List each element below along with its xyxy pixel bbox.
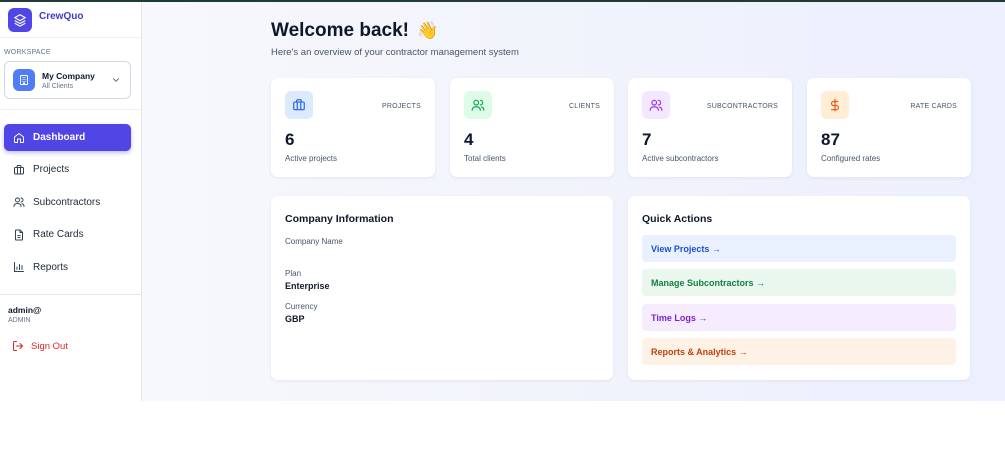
page-title: Welcome back! 👋 <box>271 20 438 42</box>
plan-label: Plan <box>285 269 302 278</box>
main-content: Welcome back! 👋 Here's an overview of yo… <box>142 2 1005 401</box>
sign-out-icon <box>13 341 23 351</box>
sidebar-item-subcontractors[interactable]: Subcontractors <box>4 189 131 216</box>
stat-value: 87 <box>821 130 840 149</box>
sidebar-item-label: Projects <box>33 164 70 176</box>
users-icon <box>464 91 492 119</box>
workspace-subtitle: All Clients <box>42 82 74 90</box>
stat-description: Active projects <box>285 154 338 163</box>
stat-label: RATE CARDS <box>910 103 957 110</box>
briefcase-icon <box>285 91 313 119</box>
stat-label: SUBCONTRACTORS <box>706 103 778 110</box>
workspace-section-label: WORKSPACE <box>4 49 51 56</box>
stat-card-subcontractors[interactable]: SUBCONTRACTORS 7 Active subcontractors <box>628 78 792 177</box>
sidebar-item-label: Reports <box>33 261 69 273</box>
sidebar-item-projects[interactable]: Projects <box>4 156 131 183</box>
page-subtitle: Here's an overview of your contractor ma… <box>271 47 519 58</box>
stat-label: CLIENTS <box>569 103 600 110</box>
stat-value: 6 <box>285 130 295 149</box>
workspace-selector[interactable]: My Company All Clients <box>4 61 131 99</box>
company-name-label: Company Name <box>285 237 343 246</box>
home-icon <box>14 132 24 143</box>
document-icon <box>15 229 23 241</box>
user-panel: admin@ ADMIN Sign Out <box>0 294 141 352</box>
layers-logo-icon[interactable] <box>8 8 32 32</box>
stat-card-clients[interactable]: CLIENTS 4 Total clients <box>450 78 614 177</box>
app-shell: CrewQuo WORKSPACE My Company All Clients… <box>0 2 1005 401</box>
users-icon <box>13 197 25 208</box>
stat-card-rate-cards[interactable]: RATE CARDS 87 Configured rates <box>807 78 971 177</box>
sidebar-item-label: Dashboard <box>33 132 86 143</box>
stat-description: Configured rates <box>821 154 881 163</box>
brand-header: CrewQuo <box>0 2 141 38</box>
plan-value: Enterprise <box>285 281 330 291</box>
chevron-down-icon <box>112 78 120 82</box>
user-role: ADMIN <box>8 317 31 324</box>
sign-out-button[interactable]: Sign Out <box>12 340 141 352</box>
briefcase-icon <box>14 164 24 175</box>
stat-description: Active subcontractors <box>642 154 719 163</box>
sidebar: CrewQuo WORKSPACE My Company All Clients… <box>0 2 142 401</box>
sidebar-item-label: Subcontractors <box>33 196 101 208</box>
stat-label: PROJECTS <box>382 103 421 110</box>
sidebar-item-dashboard[interactable]: Dashboard <box>4 124 131 151</box>
sidebar-item-label: Rate Cards <box>33 229 84 241</box>
workspace-name: My Company <box>42 70 95 81</box>
page-title-text: Welcome back! <box>271 20 409 41</box>
users-icon <box>642 91 670 119</box>
panel-title: Quick Actions <box>642 213 713 225</box>
sidebar-item-reports[interactable]: Reports <box>4 254 131 281</box>
reports-analytics-link[interactable]: Reports & Analytics → <box>642 338 956 365</box>
stat-value: 7 <box>642 130 652 149</box>
user-email: admin@ <box>8 305 42 315</box>
time-logs-link[interactable]: Time Logs → <box>642 304 956 331</box>
waving-hand-emoji: 👋 <box>416 21 439 40</box>
quick-actions-panel: Quick Actions View Projects → Manage Sub… <box>628 196 970 380</box>
sidebar-nav: Dashboard Projects Subcontractors Rate C… <box>0 110 141 281</box>
panel-title: Company Information <box>285 213 394 225</box>
company-info-panel: Company Information Company Name Plan En… <box>271 196 613 380</box>
sidebar-item-rate-cards[interactable]: Rate Cards <box>4 221 131 248</box>
currency-label: Currency <box>285 302 318 311</box>
manage-subcontractors-link[interactable]: Manage Subcontractors → <box>642 269 956 296</box>
building-icon <box>13 69 35 91</box>
stat-description: Total clients <box>464 154 506 163</box>
brand-name: CrewQuo <box>39 11 84 22</box>
stat-value: 4 <box>464 130 474 149</box>
stat-card-projects[interactable]: PROJECTS 6 Active projects <box>271 78 435 177</box>
dollar-icon <box>821 91 849 119</box>
bar-chart-icon <box>14 262 24 273</box>
view-projects-link[interactable]: View Projects → <box>642 235 956 262</box>
sign-out-label: Sign Out <box>31 340 68 352</box>
currency-value: GBP <box>285 314 305 324</box>
